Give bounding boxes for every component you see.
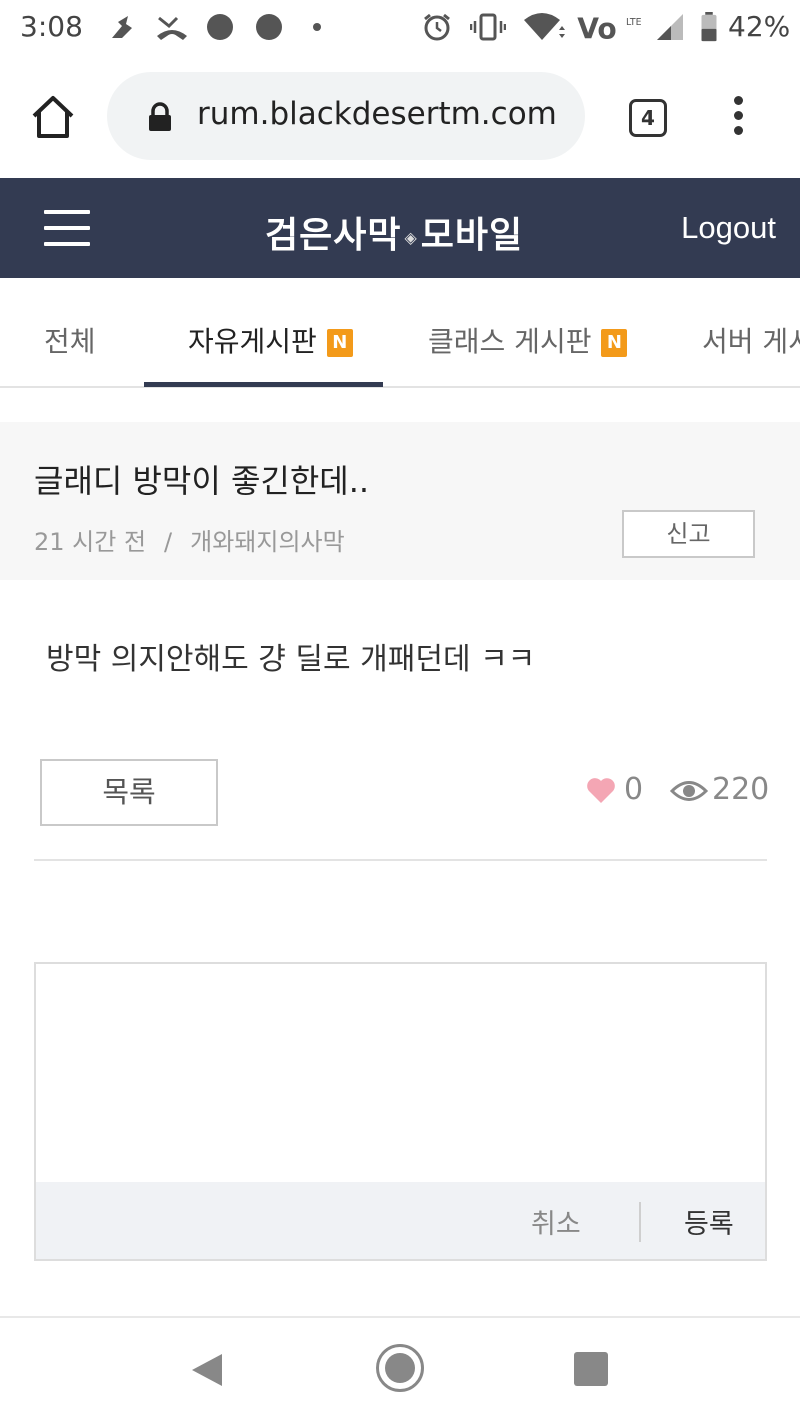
cancel-button[interactable]: 취소 — [531, 1202, 581, 1241]
post-content: 방막 의지안해도 걍 딜로 개패던데 ㅋㅋ — [46, 642, 536, 677]
more-menu-icon[interactable] — [732, 96, 744, 136]
like-count: 0 — [624, 772, 644, 807]
logo-diamond-icon: ◈ — [404, 227, 418, 247]
svg-text:LTE: LTE — [626, 17, 642, 28]
comment-footer: 취소 등록 — [36, 1182, 765, 1259]
url-text: rum.blackdesertm.com — [197, 96, 557, 132]
tab-all[interactable]: 전체 — [44, 320, 96, 360]
dot-icon — [207, 14, 233, 40]
svg-text:Vo: Vo — [577, 12, 617, 42]
recent-apps-icon[interactable] — [574, 1352, 608, 1386]
active-tab-indicator — [144, 382, 383, 387]
post-header: 글래디 방막이 좋긴한데.. 21 시간 전 / 개와돼지의사막 신고 — [0, 422, 800, 580]
board-tabs: 전체 자유게시판 N 클래스 게시판 N 서버 게시 — [0, 278, 800, 388]
address-bar[interactable]: rum.blackdesertm.com — [107, 72, 585, 160]
logo-text-right: 모바일 — [420, 215, 524, 256]
battery-percent: 42% — [728, 10, 791, 43]
home-button-icon[interactable] — [376, 1344, 424, 1392]
system-nav-bar — [0, 1316, 800, 1422]
post-title: 글래디 방막이 좋긴한데.. — [34, 462, 370, 500]
home-icon[interactable] — [30, 94, 76, 140]
view-count: 220 — [712, 772, 770, 807]
browser-toolbar: rum.blackdesertm.com 4 — [0, 56, 800, 178]
back-icon[interactable] — [190, 1352, 224, 1388]
submit-button[interactable]: 등록 — [684, 1202, 734, 1241]
comment-input[interactable] — [36, 964, 765, 1182]
missed-call-icon — [157, 16, 187, 40]
new-badge: N — [601, 329, 628, 357]
lock-icon — [149, 102, 171, 131]
logo-text-left: 검은사막 — [265, 215, 402, 256]
list-button[interactable]: 목록 — [40, 759, 218, 826]
tab-class-board[interactable]: 클래스 게시판 N — [428, 320, 628, 360]
post-meta: 21 시간 전 / 개와돼지의사막 — [34, 522, 345, 557]
footer-separator — [639, 1202, 641, 1242]
heart-icon — [587, 778, 615, 803]
alarm-icon — [424, 13, 450, 41]
comment-form: 취소 등록 — [34, 962, 767, 1261]
tab-label: 전체 — [44, 325, 96, 358]
notification-icon — [112, 16, 132, 38]
post-time: 21 시간 전 — [34, 528, 147, 556]
tab-switcher-button[interactable]: 4 — [629, 99, 667, 137]
vibrate-icon — [470, 13, 506, 41]
logout-link[interactable]: Logout — [681, 210, 776, 246]
tab-label: 서버 게시 — [702, 325, 800, 358]
tab-label: 자유게시판 — [188, 325, 317, 358]
wifi-icon — [524, 13, 565, 40]
site-header: 검은사막 ◈모바일 Logout — [0, 178, 800, 278]
small-dot-icon — [313, 23, 321, 31]
hamburger-menu-icon[interactable] — [44, 210, 90, 246]
volte-icon: Vo LTE — [577, 12, 642, 42]
eye-icon — [670, 781, 708, 801]
site-logo[interactable]: 검은사막 ◈모바일 — [265, 206, 523, 258]
battery-icon — [701, 12, 717, 42]
meta-separator: / — [164, 528, 173, 556]
status-time: 3:08 — [20, 10, 83, 43]
status-bar: 3:08 Vo LTE 42% — [0, 0, 800, 56]
report-button[interactable]: 신고 — [622, 510, 755, 558]
new-badge: N — [326, 329, 353, 357]
post-author[interactable]: 개와돼지의사막 — [190, 528, 345, 556]
tab-free-board[interactable]: 자유게시판 N — [188, 320, 353, 360]
signal-icon — [657, 14, 683, 40]
dot-icon — [256, 14, 282, 40]
tab-label: 클래스 게시판 — [428, 325, 592, 358]
divider — [34, 859, 767, 861]
tab-server-board[interactable]: 서버 게시 — [702, 320, 800, 360]
